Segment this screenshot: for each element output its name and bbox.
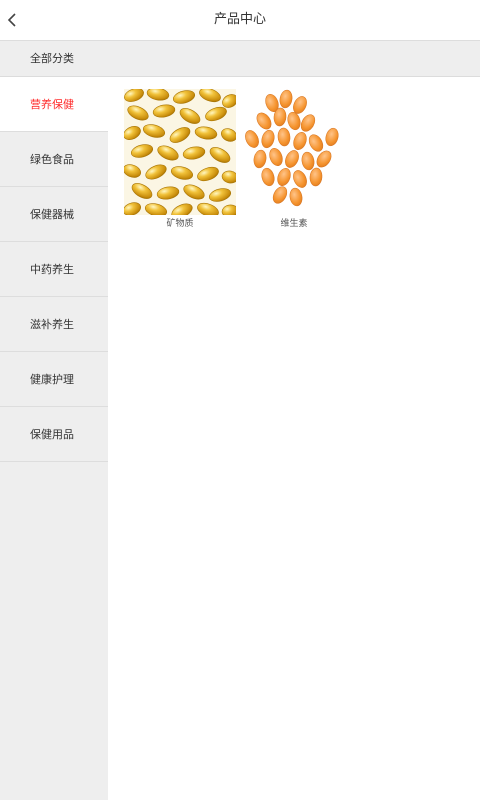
sidebar-item-health-devices[interactable]: 保健器械 [0, 187, 108, 242]
sidebar-item-green-food[interactable]: 绿色食品 [0, 132, 108, 187]
product-card-minerals[interactable]: 矿物质 [124, 89, 236, 231]
product-name: 矿物质 [166, 219, 194, 229]
category-sidebar: 营养保健 绿色食品 保健器械 中药养生 滋补养生 健康护理 保健用品 [0, 77, 108, 800]
sidebar-item-herbal-wellness[interactable]: 中药养生 [0, 242, 108, 297]
product-name: 维生素 [280, 219, 308, 229]
all-categories-bar[interactable]: 全部分类 [0, 41, 480, 77]
product-grid: 矿物质 维生素 [108, 77, 480, 800]
softgel-capsules-image [124, 89, 236, 215]
top-bar: 产品中心 [0, 0, 480, 41]
sidebar-item-nutrition-health[interactable]: 营养保健 [0, 77, 108, 132]
product-card-vitamins[interactable]: 维生素 [238, 89, 350, 231]
sidebar-item-tonic-wellness[interactable]: 滋补养生 [0, 297, 108, 352]
sidebar-item-health-supplies[interactable]: 保健用品 [0, 407, 108, 462]
page-title: 产品中心 [213, 12, 266, 27]
vitamin-tablets-image [238, 89, 350, 215]
sidebar-item-health-care[interactable]: 健康护理 [0, 352, 108, 407]
